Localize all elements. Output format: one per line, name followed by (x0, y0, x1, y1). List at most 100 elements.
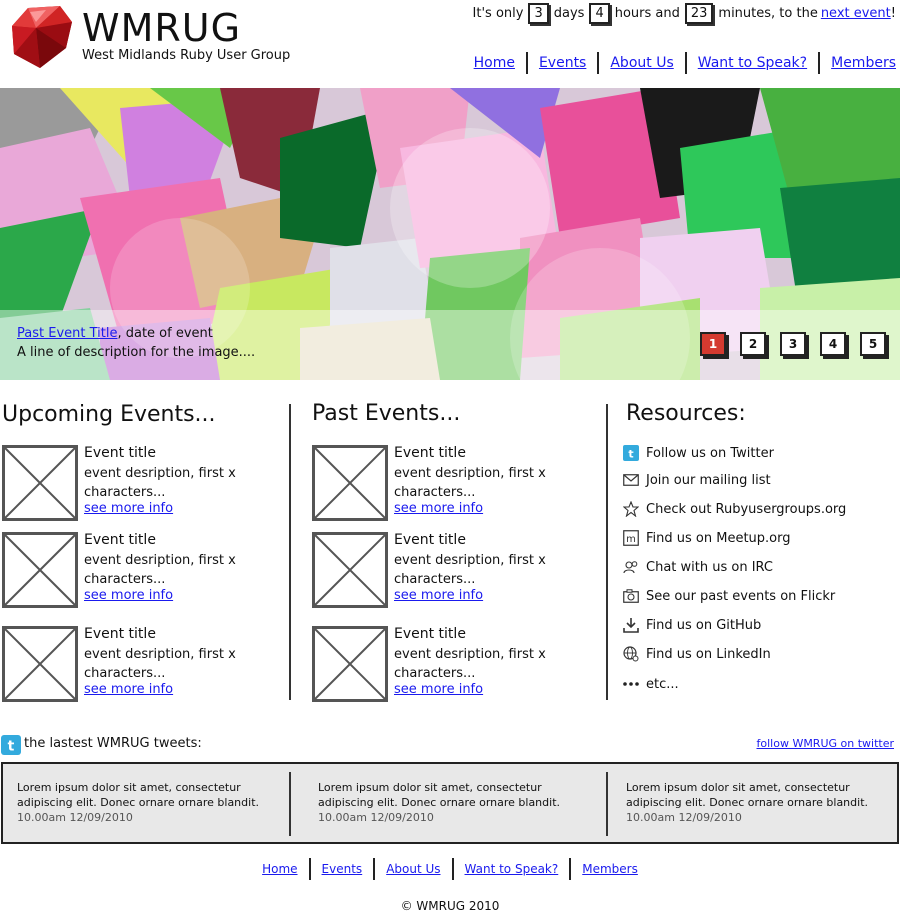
event-description: event desription, first x characters... (84, 466, 236, 500)
countdown-prefix: It's only (472, 6, 524, 21)
footer-nav-home[interactable]: Home (262, 862, 297, 876)
past-event-title-link[interactable]: Past Event Title (17, 326, 117, 341)
past-events-title: Past Events... (312, 401, 461, 426)
top-nav: Home Events About Us Want to Speak? Memb… (474, 52, 896, 74)
nav-home[interactable]: Home (474, 55, 515, 71)
globe-icon (622, 645, 640, 663)
countdown-minutes-label: minutes, to the (718, 6, 818, 21)
resource-twitter[interactable]: t Follow us on Twitter (622, 443, 774, 463)
tweet-text: Lorem ipsum dolor sit amet, consectetur … (626, 781, 869, 809)
banner-caption: Past Event Title, date of event A line o… (0, 310, 900, 380)
pager-button-2[interactable]: 2 (740, 332, 766, 356)
nav-divider (525, 52, 528, 74)
resource-label: Follow us on Twitter (646, 445, 774, 461)
countdown-days: 3 (528, 3, 549, 24)
camera-icon (622, 587, 640, 605)
site-subtitle: West Midlands Ruby User Group (82, 48, 291, 63)
copyright: © WMRUG 2010 (400, 899, 500, 913)
meetup-icon: m (622, 529, 640, 547)
see-more-info-link[interactable]: see more info (84, 501, 173, 516)
see-more-info-link[interactable]: see more info (394, 682, 483, 697)
event-title: Event title (394, 626, 466, 642)
nav-about-us[interactable]: About Us (610, 55, 673, 71)
ruby-gem-logo[interactable] (6, 4, 74, 70)
footer-nav: Home Events About Us Want to Speak? Memb… (0, 858, 900, 880)
tweet-time: 10.00am 12/09/2010 (17, 811, 133, 824)
event-title: Event title (394, 532, 466, 548)
nav-divider (597, 52, 600, 74)
countdown-days-label: days (553, 6, 585, 21)
resource-rubyusergroups[interactable]: Check out Rubyusergroups.org (622, 499, 846, 519)
tweets-panel: Lorem ipsum dolor sit amet, consectetur … (1, 762, 899, 844)
resource-label: Find us on Meetup.org (646, 530, 791, 546)
event-description: event desription, first x characters... (394, 647, 546, 681)
svg-text:t: t (8, 739, 15, 755)
resource-irc[interactable]: Chat with us on IRC (622, 557, 773, 577)
past-event-item: Event title event desription, first x ch… (312, 445, 592, 523)
nav-want-to-speak[interactable]: Want to Speak? (698, 55, 807, 71)
caption-description: A line of description for the image.... (17, 345, 256, 360)
pager-button-3[interactable]: 3 (780, 332, 806, 356)
footer-nav-events[interactable]: Events (322, 862, 363, 876)
tweet-item: Lorem ipsum dolor sit amet, consectetur … (626, 780, 896, 825)
resource-label: See our past events on Flickr (646, 588, 836, 604)
nav-divider (451, 858, 454, 880)
ellipsis-icon (622, 675, 640, 693)
resource-label: Find us on GitHub (646, 617, 762, 633)
resource-etc[interactable]: etc... (622, 674, 679, 694)
pager-button-1[interactable]: 1 (700, 332, 726, 356)
see-more-info-link[interactable]: see more info (394, 501, 483, 516)
pager-button-5[interactable]: 5 (860, 332, 886, 356)
tweets-header: t the lastest WMRUG tweets: follow WMRUG… (0, 733, 900, 757)
nav-events[interactable]: Events (539, 55, 586, 71)
nav-members[interactable]: Members (831, 55, 896, 71)
tweet-time: 10.00am 12/09/2010 (626, 811, 742, 824)
footer-nav-members[interactable]: Members (582, 862, 638, 876)
resource-mailing-list[interactable]: Join our mailing list (622, 470, 771, 490)
see-more-info-link[interactable]: see more info (84, 588, 173, 603)
download-icon (622, 616, 640, 634)
resource-linkedin[interactable]: Find us on LinkedIn (622, 644, 771, 664)
column-divider (606, 404, 608, 700)
event-description: event desription, first x characters... (394, 553, 546, 587)
star-icon (622, 500, 640, 518)
column-divider (289, 404, 291, 700)
site-name[interactable]: WMRUG (82, 6, 241, 50)
caption-date: , date of event (117, 326, 213, 341)
footer-nav-about-us[interactable]: About Us (386, 862, 440, 876)
resource-flickr[interactable]: See our past events on Flickr (622, 586, 835, 606)
footer-nav-want-to-speak[interactable]: Want to Speak? (465, 862, 559, 876)
upcoming-event-item: Event title event desription, first x ch… (2, 532, 282, 610)
resource-label: etc... (646, 676, 679, 692)
resource-meetup[interactable]: m Find us on Meetup.org (622, 528, 791, 548)
tweet-item: Lorem ipsum dolor sit amet, consectetur … (17, 780, 287, 825)
countdown-minutes: 23 (684, 3, 714, 24)
nav-divider (569, 858, 572, 880)
resource-label: Chat with us on IRC (646, 559, 773, 575)
event-description: event desription, first x characters... (84, 553, 236, 587)
countdown: It's only 3 days 4 hours and 23 minutes,… (473, 3, 896, 24)
tweet-text: Lorem ipsum dolor sit amet, consectetur … (318, 781, 561, 809)
image-placeholder (312, 626, 388, 702)
resource-github[interactable]: Find us on GitHub (622, 615, 761, 635)
pager-button-4[interactable]: 4 (820, 332, 846, 356)
site-header: WMRUG West Midlands Ruby User Group It's… (0, 0, 900, 88)
resource-label: Find us on LinkedIn (646, 646, 771, 662)
nav-divider (373, 858, 376, 880)
past-event-item: Event title event desription, first x ch… (312, 626, 592, 704)
tweet-divider (606, 772, 608, 836)
see-more-info-link[interactable]: see more info (394, 588, 483, 603)
see-more-info-link[interactable]: see more info (84, 682, 173, 697)
resource-label: Join our mailing list (646, 472, 771, 488)
event-title: Event title (394, 445, 466, 461)
hero-banner: Past Event Title, date of event A line o… (0, 88, 900, 380)
image-placeholder (2, 626, 78, 702)
chat-icon (622, 558, 640, 576)
nav-divider (308, 858, 311, 880)
countdown-hours: 4 (589, 3, 610, 24)
follow-on-twitter-link[interactable]: follow WMRUG on twitter (757, 737, 895, 750)
twitter-icon: t (1, 735, 21, 755)
tweet-divider (289, 772, 291, 836)
event-title: Event title (84, 532, 156, 548)
next-event-link[interactable]: next event (821, 6, 891, 21)
